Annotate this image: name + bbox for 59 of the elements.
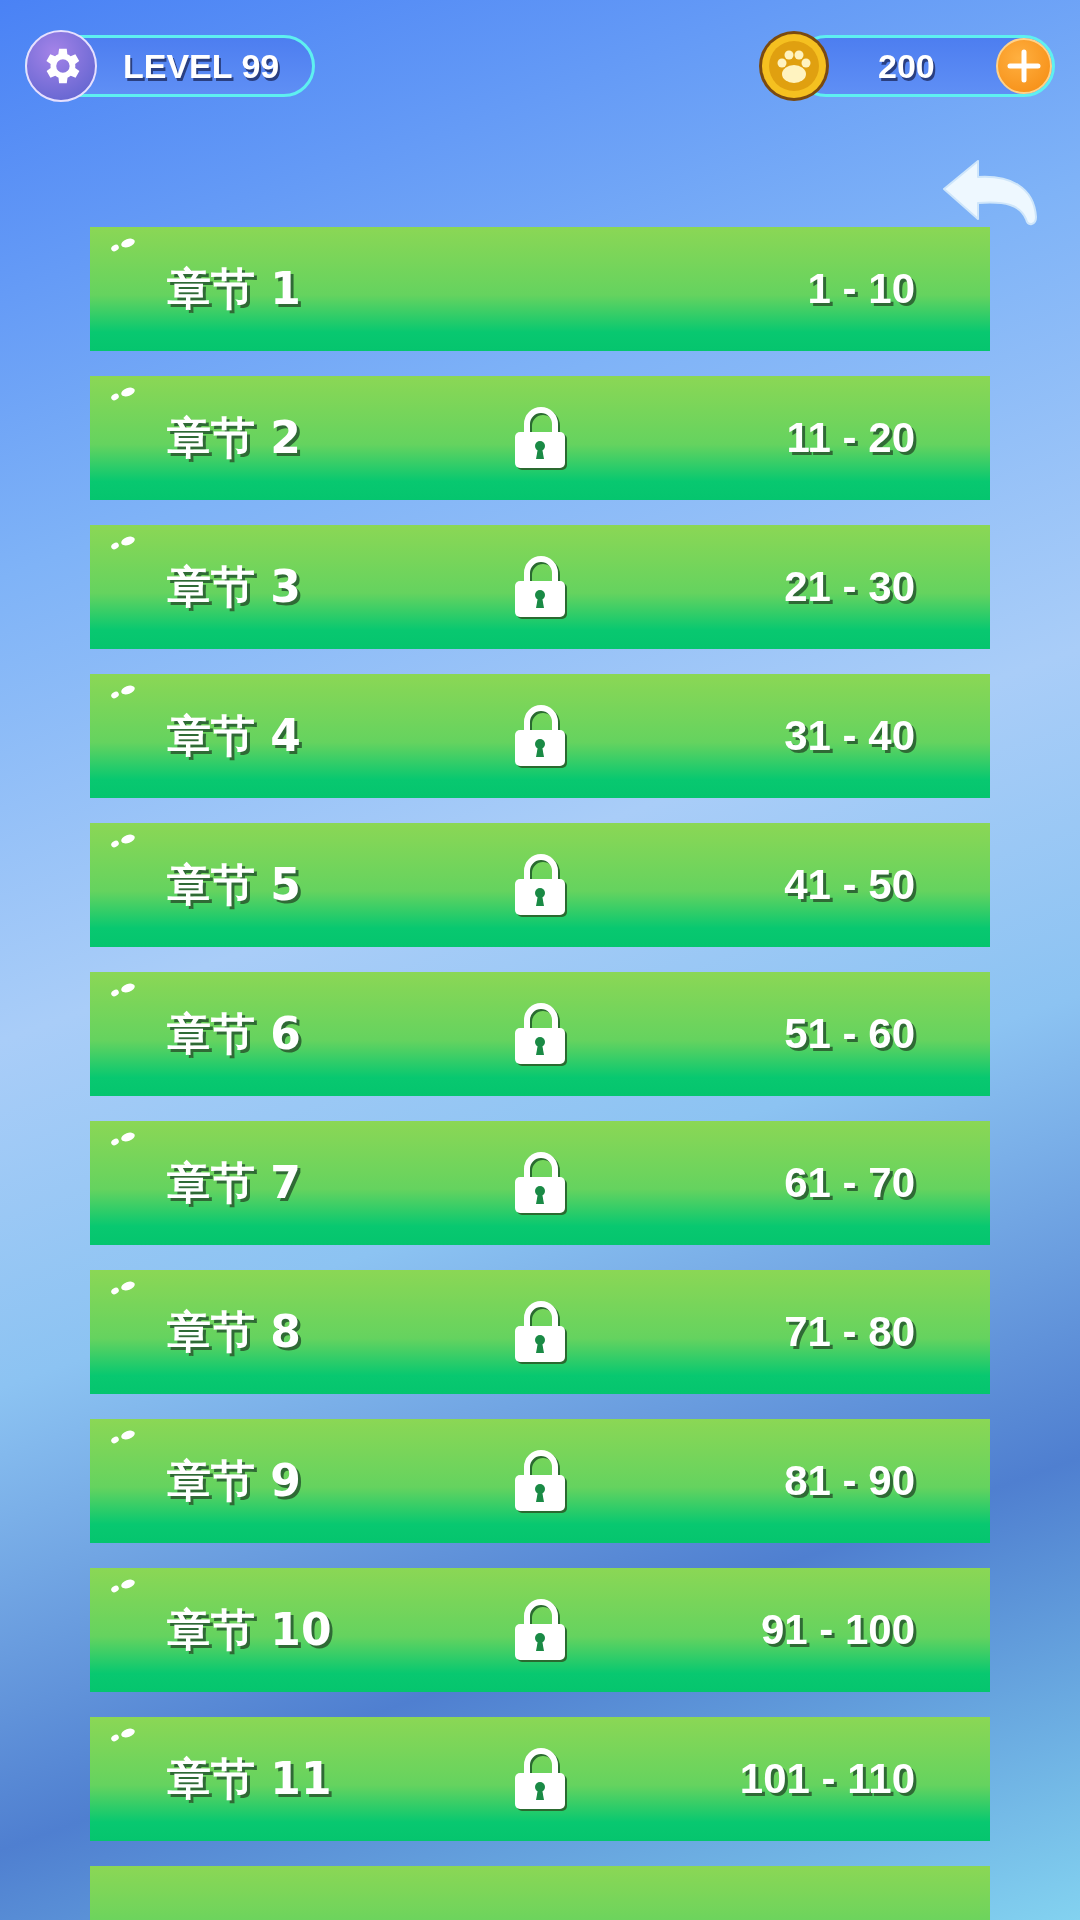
level-range: 71 - 80 (784, 1308, 915, 1356)
chapter-title: 章节 2 (167, 410, 302, 465)
chapter-title: 章节 3 (167, 559, 302, 614)
chapter-title: 章节 11 (167, 1751, 333, 1806)
shine-icon (108, 833, 138, 849)
shine-icon (108, 1578, 138, 1594)
chapter-row[interactable]: 章节 11 101 - 110 (90, 1717, 990, 1841)
padlock-icon (513, 404, 569, 472)
shine-icon (108, 684, 138, 700)
level-label: LEVEL 99 (123, 46, 280, 86)
level-range: 81 - 90 (784, 1457, 915, 1505)
level-range: 101 - 110 (739, 1755, 915, 1803)
chapter-row[interactable]: 章节 3 21 - 30 (90, 525, 990, 649)
shine-icon (108, 1727, 138, 1743)
padlock-icon (513, 553, 569, 621)
chapter-row[interactable]: 章节 6 51 - 60 (90, 972, 990, 1096)
shine-icon (108, 1131, 138, 1147)
coin-amount: 200 (878, 46, 935, 86)
chapter-row[interactable]: 章节 4 31 - 40 (90, 674, 990, 798)
shine-icon (108, 1280, 138, 1296)
padlock-icon (513, 1447, 569, 1515)
chapter-row[interactable]: 章节 5 41 - 50 (90, 823, 990, 947)
padlock-icon (513, 851, 569, 919)
chapter-row[interactable]: 章节 1 1 - 10 (90, 227, 990, 351)
chapter-row[interactable]: 章节 8 71 - 80 (90, 1270, 990, 1394)
chapter-title: 章节 9 (167, 1453, 302, 1508)
chapter-row[interactable]: 章节 9 81 - 90 (90, 1419, 990, 1543)
chapter-title: 章节 7 (167, 1155, 302, 1210)
level-range: 21 - 30 (784, 563, 915, 611)
level-range: 11 - 20 (786, 414, 915, 462)
level-range: 91 - 100 (760, 1606, 915, 1654)
chapter-row[interactable]: 章节 10 91 - 100 (90, 1568, 990, 1692)
level-range: 61 - 70 (784, 1159, 915, 1207)
padlock-icon (513, 702, 569, 770)
shine-icon (108, 1429, 138, 1445)
padlock-icon (513, 1000, 569, 1068)
level-range: 51 - 60 (784, 1010, 915, 1058)
shine-icon (108, 982, 138, 998)
padlock-icon (513, 1298, 569, 1366)
chapter-row[interactable]: 章节 2 11 - 20 (90, 376, 990, 500)
padlock-icon (513, 1596, 569, 1664)
padlock-icon (513, 1149, 569, 1217)
chapter-row[interactable]: 章节 7 61 - 70 (90, 1121, 990, 1245)
chapter-title: 章节 8 (167, 1304, 302, 1359)
chapter-title: 章节 4 (167, 708, 302, 763)
level-range: 41 - 50 (784, 861, 915, 909)
shine-icon (108, 535, 138, 551)
padlock-icon (513, 1745, 569, 1813)
paw-coin-icon (758, 30, 830, 102)
chapter-title: 章节 1 (167, 261, 302, 316)
shine-icon (108, 237, 138, 253)
chapter-title: 章节 5 (167, 857, 302, 912)
plus-icon (1007, 49, 1041, 83)
add-coins-button[interactable] (996, 38, 1052, 94)
level-range: 1 - 10 (807, 265, 915, 313)
level-range: 31 - 40 (784, 712, 915, 760)
shine-icon (108, 386, 138, 402)
chapter-title: 章节 6 (167, 1006, 302, 1061)
chapter-title: 章节 10 (167, 1602, 333, 1657)
